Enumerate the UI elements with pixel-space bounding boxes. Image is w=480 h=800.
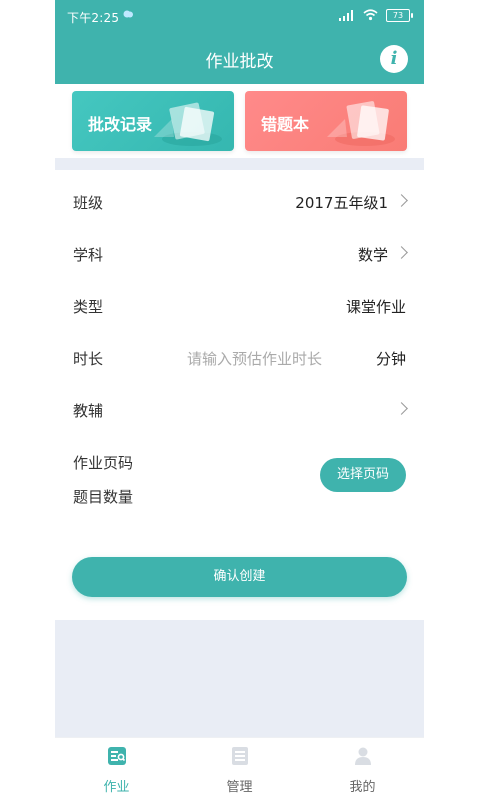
user-icon — [355, 747, 371, 765]
type-value: 课堂作业 — [345, 298, 406, 316]
battery-icon: 73 — [386, 8, 413, 22]
tutor-row[interactable]: 教辅 — [55, 384, 424, 436]
duration-label: 时长 — [73, 350, 104, 368]
status-bar: 下午2:25 73 — [55, 0, 424, 32]
manage-icon — [232, 747, 248, 765]
status-icons: 73 — [339, 8, 413, 22]
tab-homework-label: 作业 — [103, 780, 130, 795]
shortcut-cards: 批改记录 错题本 — [55, 84, 424, 158]
question-count-label: 题目数量 — [73, 488, 134, 506]
type-label: 类型 — [73, 298, 104, 316]
section-divider — [55, 158, 424, 170]
assignment-form: 班级 2017五年级1 学科 数学 类型 课堂作业 时长 请输入预估作业时长 分… — [55, 170, 424, 620]
tutor-label: 教辅 — [73, 402, 104, 420]
class-label: 班级 — [73, 194, 104, 212]
grading-records-label: 批改记录 — [88, 115, 153, 134]
empty-area — [55, 620, 424, 737]
documents-illustration-icon — [154, 102, 222, 146]
subject-row[interactable]: 学科 数学 — [55, 228, 424, 280]
weather-icon — [123, 10, 133, 18]
top-bar: 下午2:25 73 作业批改 i — [55, 0, 424, 84]
select-pages-button[interactable]: 选择页码 — [320, 458, 406, 492]
pages-label: 作业页码 — [73, 454, 134, 472]
chevron-right-icon — [395, 246, 408, 259]
mistake-book-label: 错题本 — [261, 115, 310, 134]
chevron-right-icon — [395, 194, 408, 207]
subject-label: 学科 — [73, 246, 104, 264]
type-row[interactable]: 类型 课堂作业 — [55, 280, 424, 332]
signal-icon — [339, 9, 353, 21]
page-selection: 作业页码 题目数量 选择页码 — [55, 440, 424, 540]
confirm-create-button[interactable]: 确认创建 — [72, 557, 407, 597]
info-button[interactable]: i — [380, 45, 408, 73]
duration-input[interactable]: 请输入预估作业时长 — [187, 348, 322, 369]
tab-manage-label: 管理 — [226, 780, 253, 795]
homework-icon — [108, 747, 126, 765]
grading-records-card[interactable]: 批改记录 — [72, 91, 234, 151]
mistake-book-card[interactable]: 错题本 — [245, 91, 407, 151]
tab-me[interactable]: 我的 — [301, 738, 424, 800]
wifi-icon — [363, 9, 378, 21]
duration-row: 时长 请输入预估作业时长 分钟 — [55, 332, 424, 384]
class-row[interactable]: 班级 2017五年级1 — [55, 176, 424, 228]
subject-value: 数学 — [357, 246, 388, 264]
status-time: 下午2:25 — [67, 11, 120, 25]
tab-me-label: 我的 — [349, 780, 376, 795]
bottom-tab-bar: 作业 管理 我的 — [55, 737, 424, 800]
duration-unit: 分钟 — [375, 350, 406, 368]
notebook-illustration-icon — [327, 101, 395, 146]
class-value: 2017五年级1 — [295, 194, 388, 212]
tab-homework[interactable]: 作业 — [55, 738, 178, 800]
app-screen: 下午2:25 73 作业批改 i 批改记录 错题本 班级 2017五年级1 学科… — [55, 0, 424, 800]
page-title: 作业批改 — [205, 52, 274, 72]
tab-manage[interactable]: 管理 — [178, 738, 301, 800]
chevron-right-icon — [395, 402, 408, 415]
